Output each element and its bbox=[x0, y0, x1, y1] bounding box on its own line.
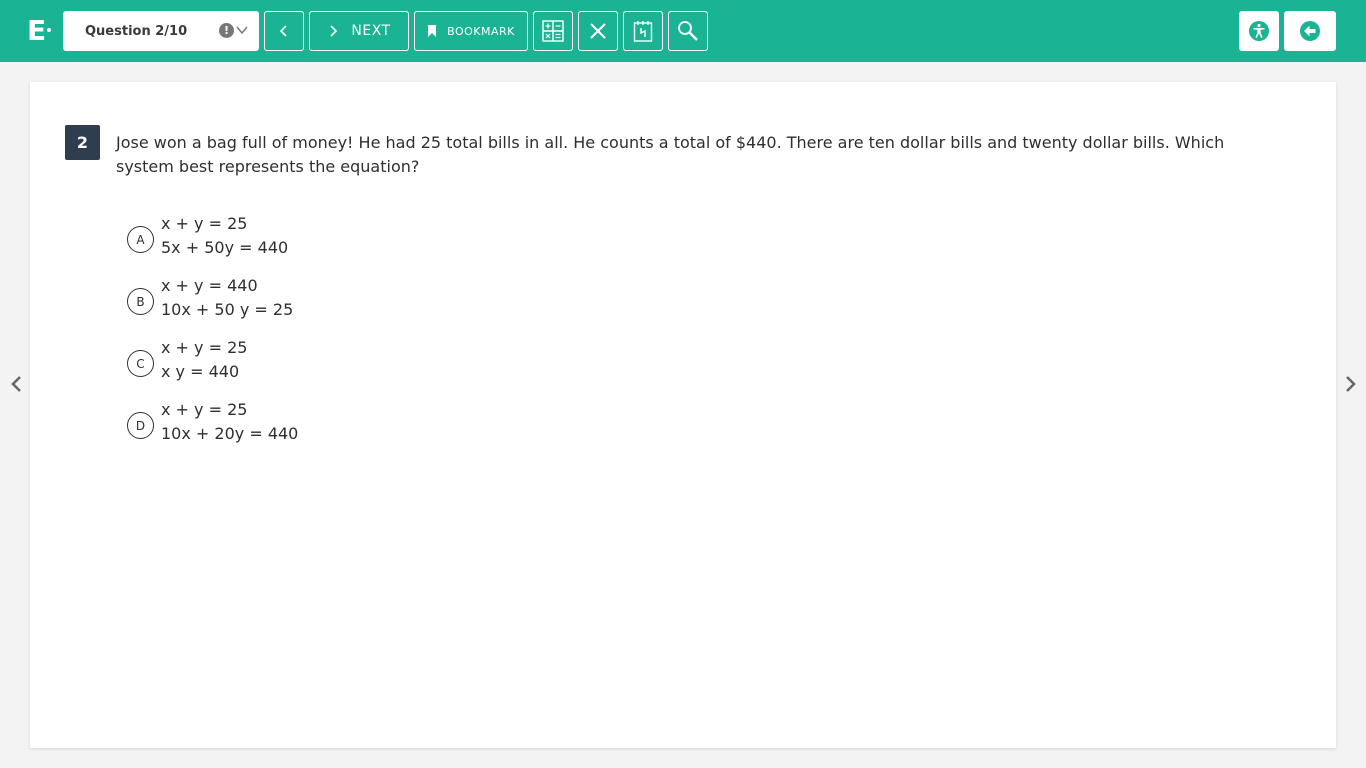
calculator-icon bbox=[542, 20, 564, 42]
question-select-label: Question 2/10 bbox=[85, 23, 188, 39]
eliminate-answer-button[interactable] bbox=[578, 11, 618, 51]
question-number-badge: 2 bbox=[65, 125, 100, 160]
choice-b-text: x + y = 440 10x + 50 y = 25 bbox=[161, 274, 293, 322]
chevron-right-icon bbox=[330, 25, 338, 37]
question-card: 2 Jose won a bag full of money! He had 2… bbox=[30, 82, 1336, 748]
previous-button[interactable] bbox=[264, 11, 304, 51]
choice-b-bubble[interactable]: B bbox=[127, 288, 154, 315]
choice-a-bubble[interactable]: A bbox=[127, 226, 154, 253]
next-button-label: NEXT bbox=[351, 23, 391, 39]
choice-c-bubble[interactable]: C bbox=[127, 350, 154, 377]
choice-d-line-2: 10x + 20y = 440 bbox=[161, 424, 299, 443]
choice-d-bubble[interactable]: D bbox=[127, 412, 154, 439]
notepad-icon bbox=[633, 21, 653, 42]
choice-d-text: x + y = 25 10x + 20y = 440 bbox=[161, 398, 298, 446]
chevron-left-icon bbox=[279, 25, 287, 37]
top-toolbar: E Question 2/10 ! NEXT BOOKMARK bbox=[0, 0, 1366, 62]
choice-b[interactable]: B x + y = 440 10x + 50 y = 25 bbox=[127, 276, 527, 336]
chevron-down-icon bbox=[236, 26, 248, 35]
bookmark-icon bbox=[428, 25, 437, 37]
question-text: Jose won a bag full of money! He had 25 … bbox=[116, 133, 1225, 176]
choice-c-text: x + y = 25 x y = 440 bbox=[161, 336, 247, 384]
warning-icon: ! bbox=[219, 23, 234, 38]
side-previous-arrow-icon[interactable] bbox=[8, 374, 24, 394]
side-next-arrow-icon[interactable] bbox=[1343, 374, 1359, 394]
close-icon bbox=[590, 23, 606, 39]
choice-b-line-2: 10x + 50 y = 25 bbox=[161, 300, 294, 319]
exit-button[interactable] bbox=[1284, 11, 1336, 51]
notepad-button[interactable] bbox=[623, 11, 663, 51]
next-button[interactable]: NEXT bbox=[309, 11, 409, 51]
exit-icon bbox=[1300, 21, 1320, 41]
choice-c[interactable]: C x + y = 25 x y = 440 bbox=[127, 338, 527, 398]
choice-c-line-1: x + y = 25 bbox=[161, 338, 248, 357]
choice-a-line-1: x + y = 25 bbox=[161, 214, 248, 233]
choice-b-line-1: x + y = 440 bbox=[161, 276, 258, 295]
choice-a[interactable]: A x + y = 25 5x + 50y = 440 bbox=[127, 214, 527, 274]
app-logo: E bbox=[27, 14, 47, 47]
logo-dot-icon bbox=[47, 28, 51, 32]
bookmark-button-label: BOOKMARK bbox=[447, 24, 515, 38]
choice-d[interactable]: D x + y = 25 10x + 20y = 440 bbox=[127, 400, 527, 460]
calculator-button[interactable] bbox=[533, 11, 573, 51]
choice-c-line-2: x y = 440 bbox=[161, 362, 240, 381]
choice-d-line-1: x + y = 25 bbox=[161, 400, 248, 419]
bookmark-button[interactable]: BOOKMARK bbox=[414, 11, 528, 51]
choice-a-text: x + y = 25 5x + 50y = 440 bbox=[161, 212, 288, 260]
accessibility-button[interactable] bbox=[1239, 11, 1279, 51]
accessibility-icon bbox=[1249, 21, 1269, 41]
magnifier-button[interactable] bbox=[668, 11, 708, 51]
choice-a-line-2: 5x + 50y = 440 bbox=[161, 238, 289, 257]
question-select[interactable]: Question 2/10 ! bbox=[63, 11, 259, 51]
search-icon bbox=[678, 21, 698, 41]
